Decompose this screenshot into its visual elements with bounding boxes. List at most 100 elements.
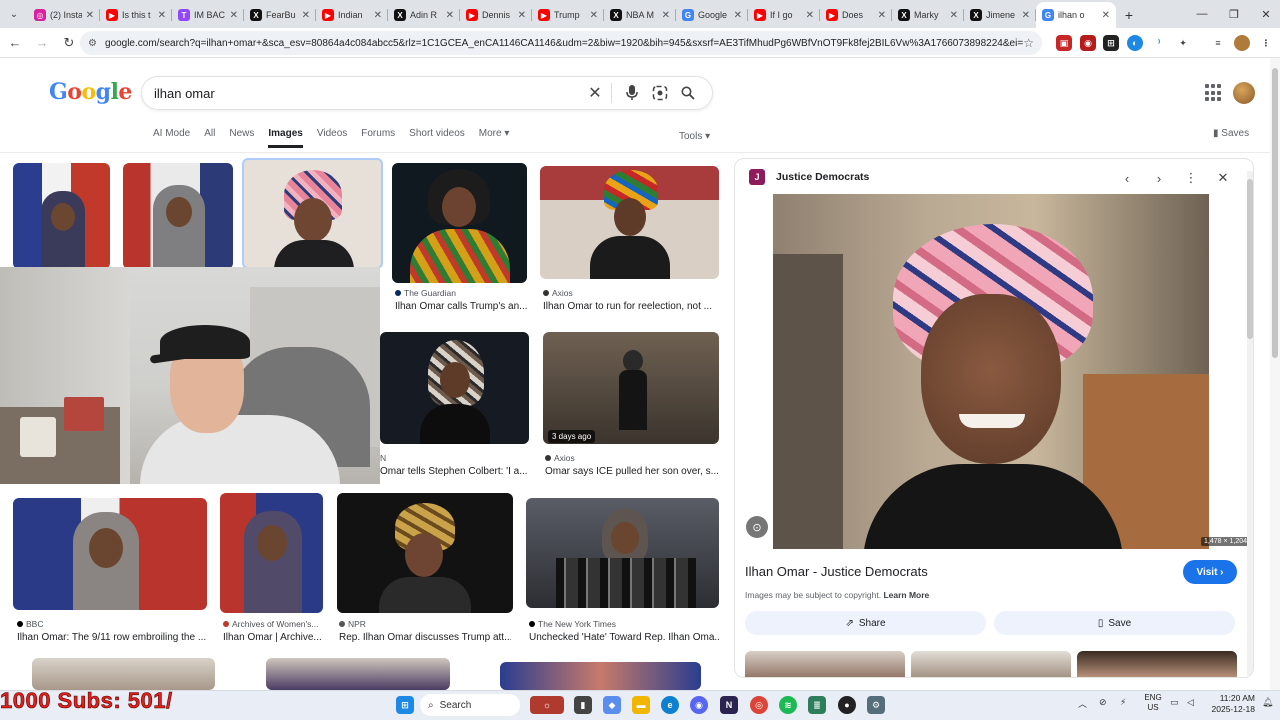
close-tab-icon[interactable]: ✕ — [734, 10, 742, 21]
browser-tab[interactable]: ▶ Indian ✕ — [316, 2, 388, 28]
new-tab-button[interactable]: + — [1116, 2, 1142, 28]
tab-search-dropdown[interactable]: ⌄ — [0, 0, 28, 28]
more-options-icon[interactable]: ⋮ — [1181, 168, 1201, 188]
result-image-5[interactable] — [540, 166, 719, 279]
result-image-9[interactable] — [220, 493, 323, 613]
address-bar[interactable]: ⚙ google.com/search?q=ilhan+omar+&sca_es… — [80, 31, 1042, 55]
related-image-2[interactable] — [911, 651, 1071, 677]
result-title-10[interactable]: Rep. Ilhan Omar discusses Trump att... — [339, 632, 511, 643]
result-image-8[interactable] — [13, 498, 207, 610]
browser-menu-icon[interactable]: ⋮ — [1258, 35, 1274, 51]
result-image-6[interactable] — [380, 332, 529, 444]
close-tab-icon[interactable]: ✕ — [950, 10, 958, 21]
search-tab-news[interactable]: News — [229, 128, 254, 148]
close-tab-icon[interactable]: ✕ — [158, 10, 166, 21]
result-image-14[interactable] — [500, 662, 701, 690]
discord-icon[interactable]: ◉ — [690, 696, 708, 714]
tray-overflow-icon[interactable]: ︿ — [1078, 697, 1087, 710]
preview-title[interactable]: Ilhan Omar - Justice Democrats — [745, 564, 928, 579]
preview-source[interactable]: Justice Democrats — [776, 171, 869, 183]
result-image-4[interactable] — [392, 163, 527, 283]
taskbar-search[interactable]: ⌕ Search — [420, 694, 520, 716]
save-button[interactable]: ▯ Save — [994, 611, 1235, 635]
back-button[interactable]: ← — [3, 31, 27, 55]
close-tab-icon[interactable]: ✕ — [518, 10, 526, 21]
restore-button[interactable]: ❐ — [1218, 0, 1250, 28]
notification-bell-icon[interactable]: 🔔︎ — [1262, 697, 1273, 708]
forward-button[interactable]: → — [30, 31, 54, 55]
browser-tab-active[interactable]: Gilhan o ✕ — [1036, 2, 1116, 28]
search-tab-all[interactable]: All — [204, 128, 215, 148]
result-image-10[interactable] — [337, 493, 513, 613]
file-explorer-icon[interactable]: ▬ — [632, 696, 650, 714]
tools-menu[interactable]: Tools ▾ — [679, 131, 710, 142]
bookmark-star-icon[interactable]: ☆ — [1023, 36, 1034, 50]
extensions-puzzle-icon[interactable]: ✦ — [1175, 35, 1191, 51]
site-info-icon[interactable]: ⚙ — [88, 38, 97, 49]
result-title-6[interactable]: Omar tells Stephen Colbert: 'I a... — [380, 466, 528, 477]
browser-tab[interactable]: ▶ Does ✕ — [820, 2, 892, 28]
voice-search-icon[interactable] — [620, 81, 644, 105]
google-logo[interactable]: Google — [49, 79, 132, 105]
browser-tab[interactable]: X FearBu ✕ — [244, 2, 316, 28]
visit-button[interactable]: Visit › — [1183, 560, 1237, 584]
task-view-icon[interactable]: ▮ — [574, 696, 592, 714]
preview-image[interactable] — [773, 194, 1209, 549]
close-tab-icon[interactable]: ✕ — [302, 10, 310, 21]
reload-button[interactable]: ↻ — [57, 31, 81, 55]
volume-icon[interactable]: ◁ — [1187, 697, 1194, 708]
learn-more-link[interactable]: Learn More — [883, 590, 929, 600]
tray-app-icon[interactable]: ⚡ — [1120, 697, 1126, 708]
notepad-icon[interactable]: ≣ — [808, 696, 826, 714]
result-image-12[interactable] — [32, 658, 215, 690]
extension-icon-2[interactable]: ◉ — [1080, 35, 1096, 51]
result-title-7[interactable]: Omar says ICE pulled her son over, s... — [545, 466, 719, 477]
browser-tab[interactable]: G Google ✕ — [676, 2, 748, 28]
close-preview-icon[interactable]: ✕ — [1213, 168, 1233, 188]
browser-tab[interactable]: X Jimene ✕ — [964, 2, 1036, 28]
chrome-icon[interactable]: ◎ — [750, 696, 768, 714]
browser-tab[interactable]: ▶ If I go ✕ — [748, 2, 820, 28]
search-submit-icon[interactable] — [676, 81, 700, 105]
close-tab-icon[interactable]: ✕ — [446, 10, 454, 21]
obs-icon[interactable]: ● — [838, 696, 856, 714]
lens-search-icon[interactable] — [648, 81, 672, 105]
language-indicator[interactable]: ENG US — [1142, 693, 1164, 713]
previous-image-icon[interactable]: ‹ — [1117, 168, 1137, 188]
next-image-icon[interactable]: › — [1149, 168, 1169, 188]
extension-icon-1[interactable]: ▣ — [1056, 35, 1072, 51]
minimize-button[interactable]: — — [1186, 0, 1218, 28]
page-scrollbar[interactable] — [1270, 58, 1280, 690]
media-icon[interactable]: ≡ — [1210, 35, 1226, 51]
share-button[interactable]: ⇗ Share — [745, 611, 986, 635]
browser-tab[interactable]: ◎ (2) Insta ✕ — [28, 2, 100, 28]
result-image-13[interactable] — [266, 658, 450, 690]
search-tab-more[interactable]: More ▾ — [479, 128, 510, 148]
google-apps-icon[interactable] — [1205, 84, 1223, 102]
result-image-1[interactable] — [13, 163, 110, 269]
browser-tab[interactable]: X Adin R ✕ — [388, 2, 460, 28]
scrollbar-thumb[interactable] — [1272, 68, 1278, 358]
close-window-button[interactable]: ✕ — [1250, 0, 1280, 28]
search-tab-forums[interactable]: Forums — [361, 128, 395, 148]
result-title-4[interactable]: Ilhan Omar calls Trump's an... — [395, 301, 530, 312]
account-avatar[interactable] — [1233, 82, 1255, 104]
search-tab-short-videos[interactable]: Short videos — [409, 128, 465, 148]
close-tab-icon[interactable]: ✕ — [86, 10, 94, 21]
profile-avatar-icon[interactable] — [1234, 35, 1250, 51]
close-tab-icon[interactable]: ✕ — [878, 10, 886, 21]
search-tab-videos[interactable]: Videos — [317, 128, 347, 148]
panel-scrollbar[interactable] — [1247, 171, 1253, 675]
browser-tab[interactable]: ▶ Is this t ✕ — [100, 2, 172, 28]
extension-icon-4[interactable]: ◐ — [1127, 35, 1143, 51]
browser-tab[interactable]: ▶ Trump ✕ — [532, 2, 604, 28]
search-tab-ai-mode[interactable]: AI Mode — [153, 128, 190, 148]
result-title-5[interactable]: Ilhan Omar to run for reelection, not ..… — [543, 301, 718, 312]
close-tab-icon[interactable]: ✕ — [590, 10, 598, 21]
saves-link[interactable]: ▮ Saves — [1213, 128, 1249, 139]
clear-search-icon[interactable]: ✕ — [583, 81, 607, 105]
browser-tab[interactable]: T IM BAC ✕ — [172, 2, 244, 28]
search-box[interactable]: ilhan omar ✕ — [141, 76, 713, 110]
widgets-icon[interactable]: ☼ — [530, 696, 564, 714]
close-tab-icon[interactable]: ✕ — [662, 10, 670, 21]
